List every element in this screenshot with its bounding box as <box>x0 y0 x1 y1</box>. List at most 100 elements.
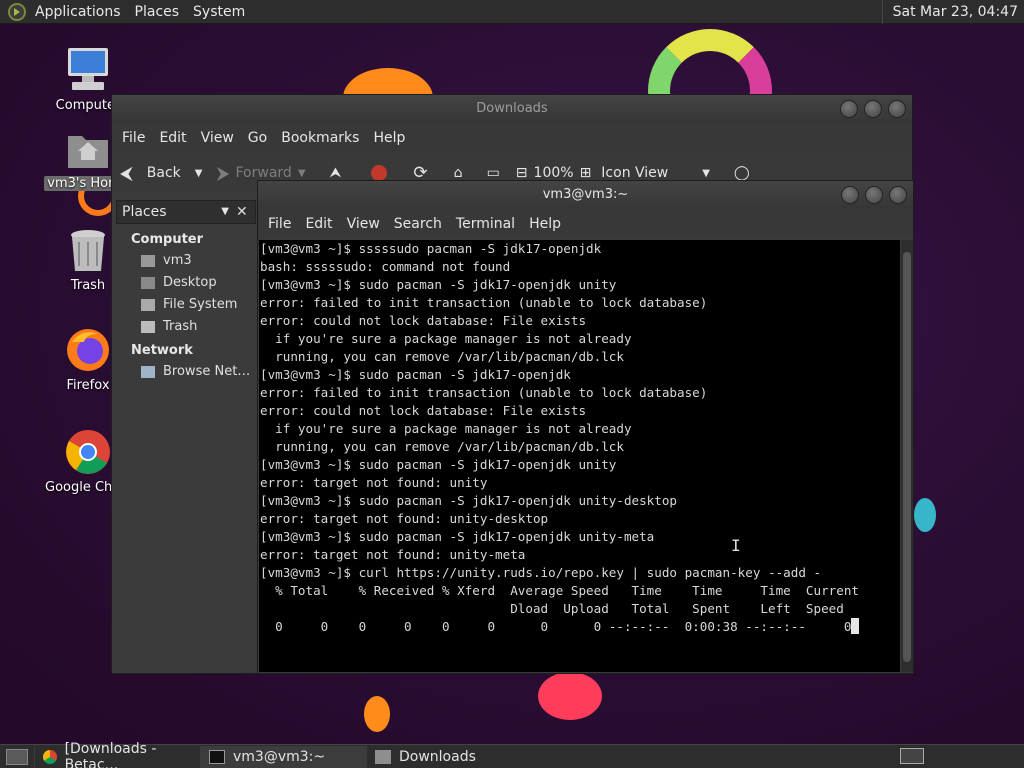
menu-file[interactable]: File <box>261 216 298 232</box>
sidebar-item-browse-network[interactable]: Browse Net… <box>116 361 256 383</box>
terminal-line: running, you can remove /var/lib/pacman/… <box>260 439 624 454</box>
menu-help[interactable]: Help <box>366 130 412 146</box>
taskbar-item-label: vm3@vm3:~ <box>233 748 326 765</box>
zoom-in-icon[interactable]: ⊞ <box>580 165 592 181</box>
maximize-button[interactable] <box>865 186 883 204</box>
close-button[interactable] <box>889 186 907 204</box>
computer-icon <box>68 48 108 90</box>
system-menu[interactable]: System <box>186 0 252 24</box>
forward-arrow-icon[interactable]: ⮞ <box>216 163 229 184</box>
terminal-line: error: failed to init transaction (unabl… <box>260 385 708 400</box>
menu-file[interactable]: File <box>115 130 152 146</box>
sidebar-item-vm3[interactable]: vm3 <box>116 250 256 272</box>
maximize-button[interactable] <box>864 100 882 118</box>
back-arrow-icon[interactable]: ⮜ <box>120 163 133 184</box>
menu-bookmarks[interactable]: Bookmarks <box>274 130 366 146</box>
desktop-icon-label: Firefox <box>66 378 110 393</box>
chrome-icon <box>43 749 57 764</box>
terminal-line: running, you can remove /var/lib/pacman/… <box>260 349 624 364</box>
terminal-line: error: target not found: unity <box>260 475 488 490</box>
file-manager-titlebar[interactable]: Downloads <box>112 95 912 123</box>
firefox-icon <box>67 329 109 371</box>
back-history-dropdown[interactable]: ▼ <box>195 168 203 179</box>
up-icon[interactable]: ⮝ <box>330 165 342 181</box>
chrome-icon <box>66 430 110 474</box>
clock[interactable]: Sat Mar 23, 04:47 <box>881 0 1024 24</box>
minimize-button[interactable] <box>841 186 859 204</box>
terminal-line: error: could not lock database: File exi… <box>260 313 587 328</box>
menu-help[interactable]: Help <box>522 216 568 232</box>
search-icon[interactable]: ◯ <box>734 165 750 181</box>
home-icon[interactable]: ⌂ <box>454 165 463 181</box>
decor-teal-blob <box>914 498 936 532</box>
close-sidebar-icon[interactable]: ✕ <box>236 205 250 220</box>
menu-search[interactable]: Search <box>387 216 449 232</box>
trash-icon <box>141 320 155 333</box>
sidebar-item-label: Desktop <box>163 275 217 290</box>
terminal-titlebar[interactable]: vm3@vm3:~ <box>258 181 913 209</box>
decor-small-orange <box>364 696 390 732</box>
minimize-button[interactable] <box>840 100 858 118</box>
stop-icon[interactable] <box>371 165 388 181</box>
applications-menu[interactable]: Applications <box>28 0 128 24</box>
close-button[interactable] <box>888 100 906 118</box>
sidebar-heading-computer: Computer <box>131 232 204 247</box>
menu-terminal[interactable]: Terminal <box>449 216 522 232</box>
sidebar-item-label: vm3 <box>163 253 192 268</box>
bottom-panel: [Downloads - Betac… vm3@vm3:~ Downloads <box>0 741 1024 768</box>
mouse-ibeam-cursor: I <box>731 536 741 555</box>
sidebar-item-label: Browse Net… <box>163 364 251 379</box>
places-sidebar: Computer vm3 Desktop File System Trash N… <box>116 227 256 383</box>
terminal-output[interactable]: [vm3@vm3 ~]$ sssssudo pacman -S jdk17-op… <box>259 240 900 672</box>
terminal-line: [vm3@vm3 ~]$ sudo pacman -S jdk17-openjd… <box>260 457 617 472</box>
terminal-line: [vm3@vm3 ~]$ curl https://unity.ruds.io/… <box>260 565 822 580</box>
mate-logo-icon[interactable] <box>8 2 26 21</box>
forward-button[interactable]: Forward <box>236 165 292 181</box>
terminal-scrollbar[interactable] <box>901 240 913 672</box>
terminal-line: [vm3@vm3 ~]$ sudo pacman -S jdk17-openjd… <box>260 277 617 292</box>
window-title: vm3@vm3:~ <box>542 187 629 202</box>
window-title: Downloads <box>476 101 548 116</box>
terminal-line: error: failed to init transaction (unabl… <box>260 295 708 310</box>
zoom-out-icon[interactable]: ⊟ <box>516 165 528 181</box>
menu-go[interactable]: Go <box>241 130 274 146</box>
places-selector[interactable]: Places ▼ <box>116 200 256 224</box>
terminal-line: [vm3@vm3 ~]$ sudo pacman -S jdk17-openjd… <box>260 367 571 382</box>
sidebar-item-desktop[interactable]: Desktop <box>116 272 256 294</box>
terminal-line: if you're sure a package manager is not … <box>260 331 632 346</box>
show-desktop-icon[interactable] <box>6 748 28 765</box>
view-mode-select[interactable]: Icon View <box>601 165 668 181</box>
workspace-switcher[interactable] <box>900 748 924 764</box>
back-button[interactable]: Back <box>147 165 181 181</box>
forward-history-dropdown[interactable]: ▼ <box>298 168 306 179</box>
drive-icon <box>141 298 155 311</box>
view-mode-dropdown-icon[interactable]: ▼ <box>702 168 710 179</box>
menu-edit[interactable]: Edit <box>152 130 193 146</box>
sidebar-item-file-system[interactable]: File System <box>116 294 256 316</box>
menu-edit[interactable]: Edit <box>298 216 339 232</box>
terminal-line: error: target not found: unity-desktop <box>260 511 549 526</box>
folder-icon <box>375 749 391 764</box>
scrollbar-thumb[interactable] <box>903 252 911 662</box>
taskbar-item-terminal[interactable]: vm3@vm3:~ <box>200 745 366 768</box>
zoom-level: 100% <box>533 165 574 181</box>
sidebar-item-label: File System <box>163 297 238 312</box>
desktop-icon-label: Trash <box>70 278 106 293</box>
taskbar-item-downloads[interactable]: Downloads <box>366 745 532 768</box>
terminal-line: if you're sure a package manager is not … <box>260 421 632 436</box>
top-panel: Applications Places System Sat Mar 23, 0… <box>0 0 1024 24</box>
computer-toolbar-icon[interactable]: ▭ <box>487 165 500 181</box>
network-icon <box>141 365 155 378</box>
menu-view[interactable]: View <box>194 130 241 146</box>
terminal-line: % Total % Received % Xferd Average Speed… <box>260 583 859 598</box>
terminal-line: [vm3@vm3 ~]$ sudo pacman -S jdk17-openjd… <box>260 493 678 508</box>
menu-view[interactable]: View <box>340 216 387 232</box>
places-menu[interactable]: Places <box>128 0 187 24</box>
taskbar-item-browser[interactable]: [Downloads - Betac… <box>34 741 200 768</box>
sidebar-item-trash[interactable]: Trash <box>116 316 256 338</box>
folder-icon <box>141 276 155 289</box>
terminal-line-current: 0 0 0 0 0 0 0 0 --:--:-- 0:00:38 --:--:-… <box>259 618 900 636</box>
terminal-line: bash: sssssudo: command not found <box>260 259 511 274</box>
terminal-line: Dload Upload Total Spent Left Speed <box>260 601 844 616</box>
home-folder-icon <box>68 136 108 168</box>
